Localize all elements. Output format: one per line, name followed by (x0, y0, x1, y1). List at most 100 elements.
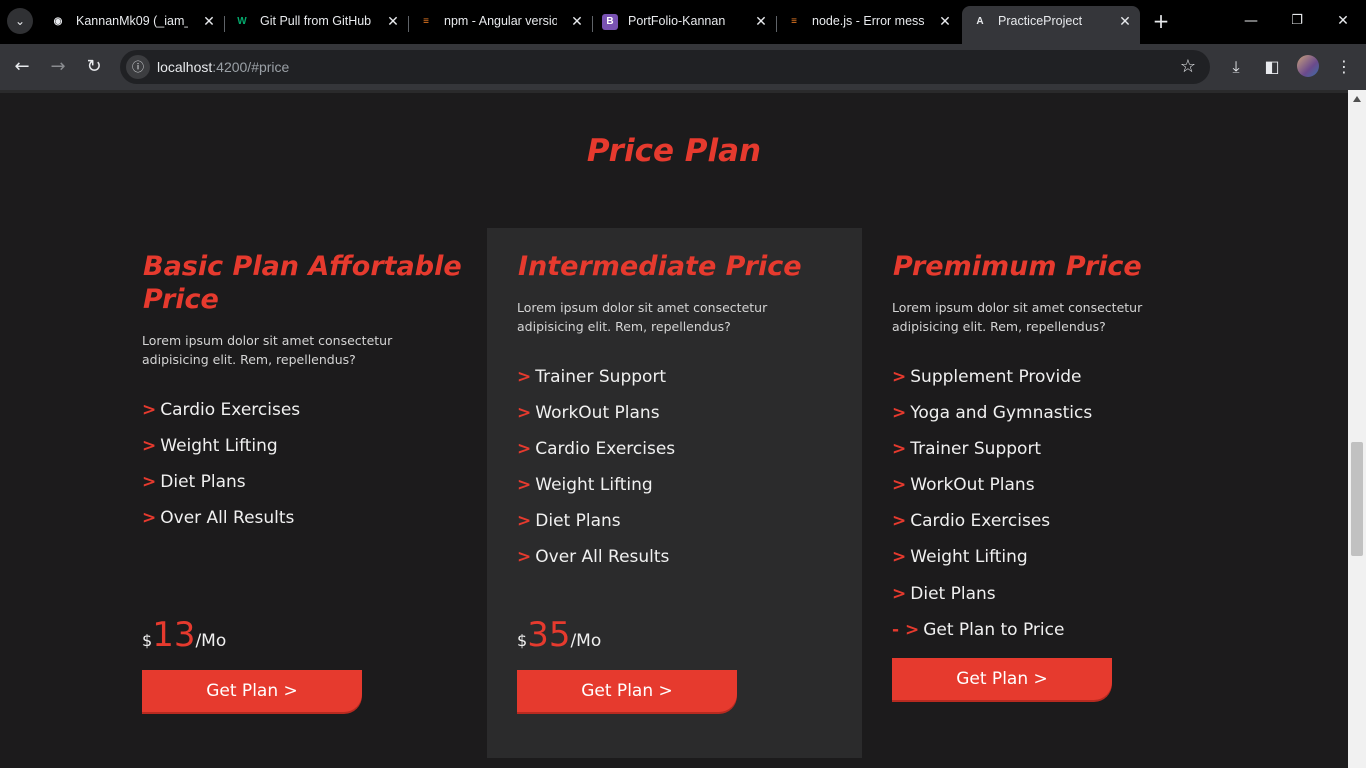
feature-text: Cardio Exercises (535, 439, 676, 460)
close-tab-icon[interactable]: ✕ (384, 12, 402, 30)
feature-text: Trainer Support (910, 439, 1042, 460)
price-currency: $ (517, 631, 528, 650)
profile-avatar[interactable] (1297, 55, 1319, 77)
chevron-right-icon: > (517, 403, 532, 424)
window-close-icon[interactable]: ✕ (1331, 10, 1355, 32)
price-card-basic: Basic Plan Affortable Price Lorem ipsum … (112, 228, 487, 758)
chevron-right-icon: > (517, 475, 532, 496)
tab-search-icon[interactable]: ⌄ (7, 8, 33, 34)
list-item: > Diet Plans (892, 583, 1092, 619)
tab-title: node.js - Error messa (812, 14, 924, 28)
stackoverflow-icon: ≡ (791, 16, 797, 27)
url-path: :4200/#price (212, 59, 290, 75)
list-item: > Trainer Support (892, 438, 1092, 474)
side-panel-icon[interactable]: ◧ (1260, 55, 1284, 79)
tab-title: PracticeProject (998, 14, 1083, 28)
back-icon[interactable]: ← (10, 55, 34, 79)
close-tab-icon[interactable]: ✕ (568, 12, 586, 30)
list-item: > Diet Plans (517, 510, 675, 546)
feature-text: Cardio Exercises (910, 511, 1051, 532)
browser-tab[interactable]: ≡ node.js - Error messa ✕ (776, 8, 960, 36)
get-plan-button[interactable]: Get Plan > (517, 670, 737, 712)
plan-name: Premimum Price (893, 251, 1142, 282)
address-bar[interactable]: ⓘ localhost:4200/#price ☆ (120, 50, 1210, 84)
list-item: > Supplement Provide (892, 366, 1092, 402)
chevron-right-icon: > (142, 472, 157, 493)
feature-text: Over All Results (160, 508, 295, 529)
feature-text: Over All Results (535, 547, 670, 568)
chevron-right-icon: - > (892, 619, 920, 640)
plan-name: Basic Plan Affortable Price (143, 251, 462, 315)
page-scrollbar[interactable] (1348, 90, 1366, 768)
price-amount: 35 (527, 615, 571, 655)
plan-price: $13/Mo (142, 615, 226, 655)
list-item: > WorkOut Plans (892, 474, 1092, 510)
list-item: - > Get Plan to Price (892, 619, 1092, 655)
forward-icon[interactable]: → (46, 55, 70, 79)
feature-text: Trainer Support (535, 367, 667, 387)
minimize-icon[interactable]: — (1239, 10, 1263, 32)
feature-list: > Trainer Support > WorkOut Plans > Cardio … (517, 366, 675, 583)
get-plan-button[interactable]: Get Plan > (892, 658, 1112, 700)
tab-title: KannanMk09 (_iam_m (76, 14, 188, 28)
plan-description: Lorem ipsum dolor sit amet consectetur a… (517, 300, 768, 334)
list-item: > WorkOut Plans (517, 402, 675, 438)
feature-text: Weight Lifting (910, 547, 1028, 568)
chevron-right-icon: > (892, 367, 907, 387)
browser-tab[interactable]: ◉ KannanMk09 (_iam_m ✕ (40, 8, 225, 36)
feature-text: Diet Plans (910, 583, 996, 604)
list-item: > Weight Lifting (517, 474, 675, 510)
feature-text: WorkOut Plans (910, 475, 1035, 496)
new-tab-button[interactable]: + (1150, 10, 1172, 32)
chevron-right-icon: > (142, 508, 157, 529)
close-tab-icon[interactable]: ✕ (1116, 12, 1134, 30)
price-currency: $ (142, 631, 153, 650)
close-tab-icon[interactable]: ✕ (936, 12, 954, 30)
bookmark-star-icon[interactable]: ☆ (1180, 56, 1196, 77)
close-tab-icon[interactable]: ✕ (752, 12, 770, 30)
chevron-right-icon: > (892, 547, 907, 568)
browser-tab-active[interactable]: A PracticeProject ✕ (962, 6, 1140, 44)
menu-kebab-icon[interactable]: ⋮ (1332, 55, 1356, 79)
scroll-up-arrow-icon[interactable] (1353, 96, 1361, 102)
chevron-right-icon: > (892, 475, 907, 496)
chevron-right-icon: > (517, 511, 532, 532)
w3schools-icon: W (237, 16, 247, 27)
chevron-right-icon: > (517, 547, 532, 568)
url-text[interactable]: localhost:4200/#price (157, 59, 289, 75)
tab-strip: ⌄ ◉ KannanMk09 (_iam_m ✕ W Git Pull from… (0, 0, 1366, 44)
site-info-icon[interactable]: ⓘ (126, 55, 150, 79)
feature-list: > Supplement Provide > Yoga and Gymnastics… (892, 366, 1092, 655)
list-item: > Trainer Support (517, 366, 675, 402)
github-icon: ◉ (53, 16, 63, 27)
get-plan-button[interactable]: Get Plan > (142, 670, 362, 712)
browser-tab[interactable]: B PortFolio-Kannan ✕ (592, 8, 777, 36)
tab-title: Git Pull from GitHub (260, 14, 372, 28)
bootstrap-icon: B (602, 14, 618, 30)
list-item: > Diet Plans (142, 471, 300, 507)
price-period: /Mo (570, 631, 602, 651)
list-item: > Yoga and Gymnastics (892, 402, 1092, 438)
browser-tab[interactable]: ≡ npm - Angular version ✕ (408, 8, 593, 36)
list-item: > Cardio Exercises (517, 438, 675, 474)
angular-icon: A (976, 16, 984, 27)
list-item: > Cardio Exercises (892, 510, 1092, 546)
price-period: /Mo (195, 631, 227, 651)
tab-title: PortFolio-Kannan (628, 14, 726, 28)
chevron-right-icon: > (517, 367, 532, 387)
close-tab-icon[interactable]: ✕ (200, 12, 218, 30)
restore-icon[interactable]: ❐ (1285, 10, 1309, 32)
feature-text: Cardio Exercises (160, 400, 301, 420)
chevron-right-icon: > (892, 511, 907, 532)
feature-text: Get Plan to Price (923, 619, 1065, 640)
stackoverflow-icon: ≡ (423, 16, 429, 27)
browser-tab[interactable]: W Git Pull from GitHub ✕ (224, 8, 409, 36)
plan-description: Lorem ipsum dolor sit amet consectetur a… (892, 300, 1143, 334)
download-icon[interactable]: ⤓ (1224, 55, 1248, 79)
list-item: > Over All Results (142, 507, 300, 543)
reload-icon[interactable]: ↻ (82, 55, 106, 79)
feature-text: Weight Lifting (535, 475, 653, 496)
url-host: localhost (157, 59, 213, 75)
scrollbar-thumb[interactable] (1351, 442, 1363, 556)
tab-title: npm - Angular version (444, 14, 557, 28)
